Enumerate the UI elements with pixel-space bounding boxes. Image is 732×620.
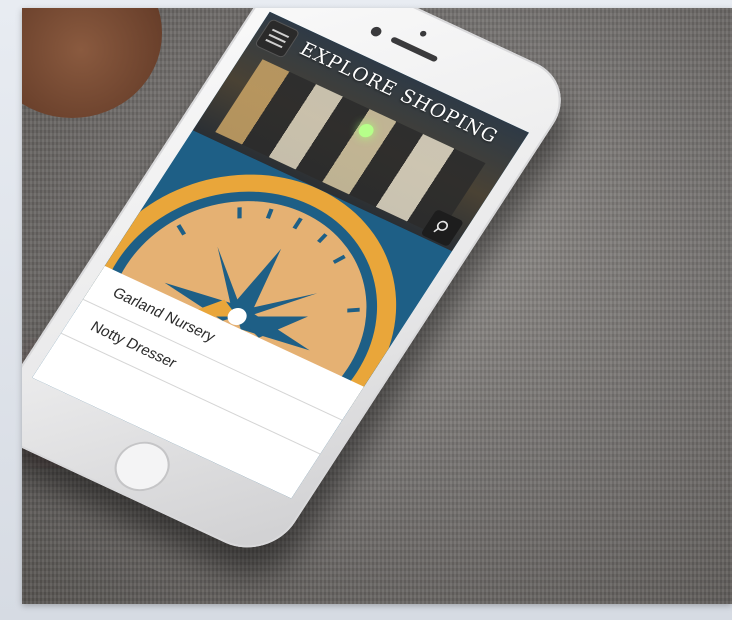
- wooden-object: [22, 8, 162, 118]
- search-icon: [433, 220, 449, 233]
- phone-sensor: [418, 29, 428, 38]
- earpiece-speaker: [389, 36, 439, 63]
- home-button[interactable]: [104, 433, 181, 500]
- image-frame: EXPLORE SHOPING Garland Nursery Notty Dr…: [0, 0, 732, 620]
- photo-background: EXPLORE SHOPING Garland Nursery Notty Dr…: [22, 8, 732, 604]
- front-camera-icon: [368, 25, 384, 38]
- menu-icon[interactable]: [255, 19, 300, 58]
